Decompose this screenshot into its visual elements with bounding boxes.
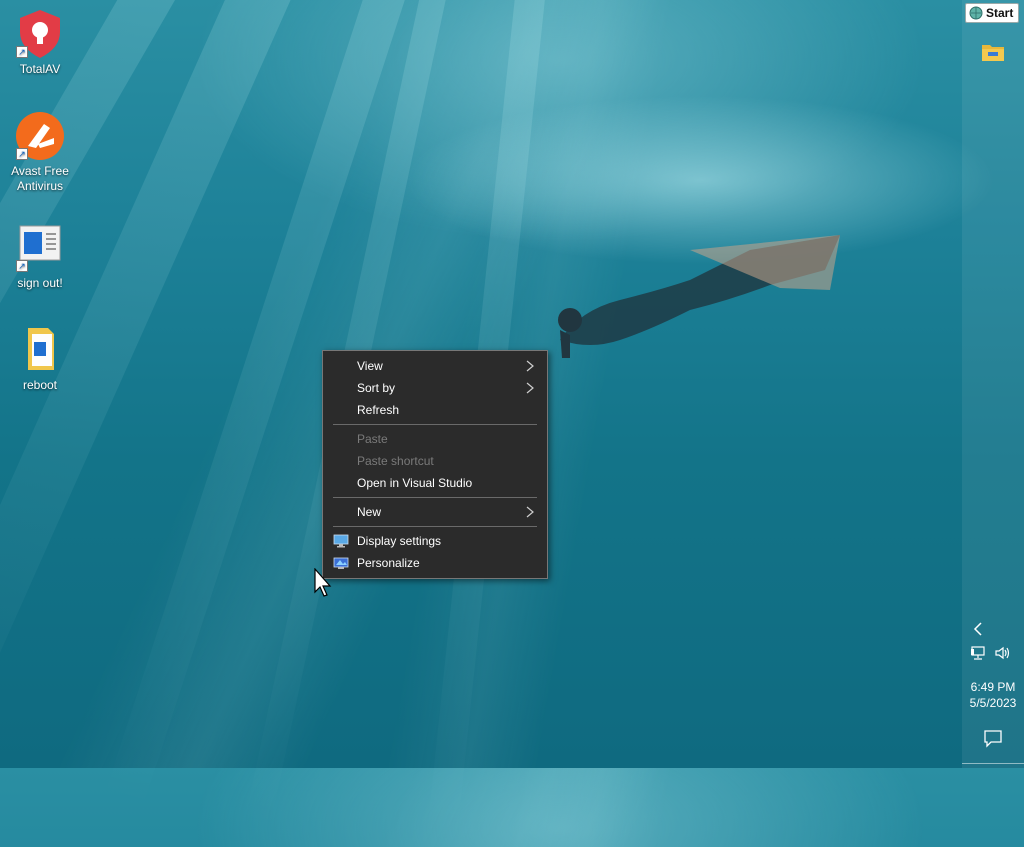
shortcut-arrow-icon: ↗ [16, 148, 28, 160]
desktop-icon-label: TotalAV [19, 62, 61, 76]
menu-item-label: Personalize [357, 556, 420, 570]
menu-item-label: Display settings [357, 534, 442, 548]
desktop-icon-label: sign out! [17, 276, 63, 290]
menu-item-new[interactable]: New [323, 501, 547, 523]
menu-item-label: Paste shortcut [357, 454, 434, 468]
menu-item-label: Refresh [357, 403, 400, 417]
menu-item-sort-by[interactable]: Sort by [323, 377, 547, 399]
desktop-context-menu: View Sort by Refresh Paste Paste shortcu… [322, 350, 548, 579]
menu-separator [333, 497, 537, 498]
menu-item-paste: Paste [323, 428, 547, 450]
desktop-icon-avast[interactable]: ↗ Avast Free Antivirus [2, 110, 78, 194]
menu-separator [333, 526, 537, 527]
desktop-icon-sign-out[interactable]: ↗ sign out! [2, 222, 78, 291]
notification-icon [984, 730, 1002, 748]
desktop-icon-label: reboot [22, 378, 58, 392]
clock-time: 6:49 PM [970, 680, 1016, 694]
folder-file-icon [28, 328, 54, 370]
menu-item-view[interactable]: View [323, 355, 547, 377]
submenu-arrow-icon [526, 506, 534, 518]
start-button[interactable]: Start [965, 3, 1019, 23]
volume-icon[interactable] [994, 645, 1012, 661]
show-hidden-icons-button[interactable] [971, 621, 987, 639]
start-label: Start [986, 6, 1014, 20]
display-settings-icon [333, 534, 349, 548]
network-icon[interactable] [970, 645, 988, 661]
shortcut-arrow-icon: ↗ [16, 260, 28, 272]
system-tray [970, 645, 1012, 661]
menu-item-label: New [357, 505, 382, 519]
start-globe-icon [969, 6, 983, 20]
desktop-icon-label: Avast Free Antivirus [11, 164, 69, 193]
desktop-icon-reboot[interactable]: reboot [2, 324, 78, 393]
menu-item-paste-shortcut: Paste shortcut [323, 450, 547, 472]
taskbar-divider [962, 763, 1024, 764]
menu-item-open-in-visual-studio[interactable]: Open in Visual Studio [323, 472, 547, 494]
desktop-icon-totalav[interactable]: ↗ TotalAV [2, 8, 78, 77]
file-explorer-button[interactable] [981, 42, 1005, 67]
menu-separator [333, 424, 537, 425]
submenu-arrow-icon [526, 360, 534, 372]
folder-icon [982, 45, 1004, 61]
menu-item-display-settings[interactable]: Display settings [323, 530, 547, 552]
chevron-left-icon [973, 622, 982, 636]
diver-image [558, 235, 840, 358]
action-center-button[interactable] [983, 728, 1003, 753]
menu-item-refresh[interactable]: Refresh [323, 399, 547, 421]
shortcut-arrow-icon: ↗ [16, 46, 28, 58]
menu-item-label: Paste [357, 432, 388, 446]
menu-item-personalize[interactable]: Personalize [323, 552, 547, 574]
menu-item-label: Sort by [357, 381, 396, 395]
menu-item-label: View [357, 359, 383, 373]
mouse-cursor-icon [314, 568, 332, 597]
menu-item-label: Open in Visual Studio [357, 476, 473, 490]
submenu-arrow-icon [526, 382, 534, 394]
clock-date: 5/5/2023 [969, 696, 1017, 710]
clock[interactable]: 6:49 PM 5/5/2023 [962, 679, 1024, 711]
